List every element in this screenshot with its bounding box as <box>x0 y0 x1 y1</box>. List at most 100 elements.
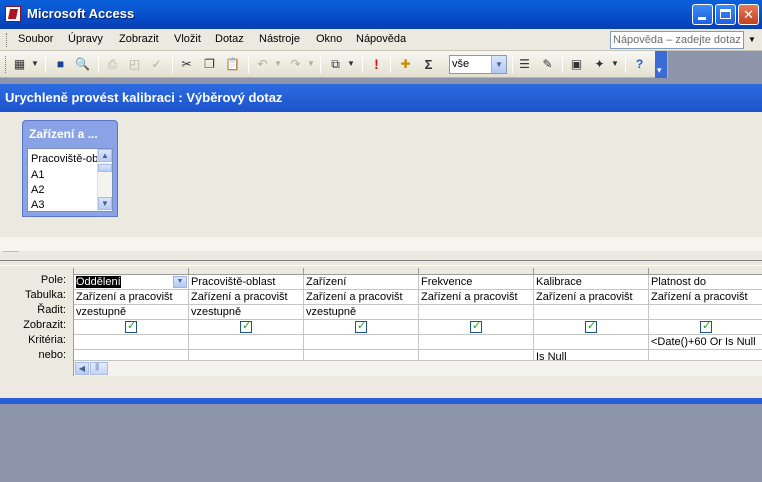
criteria-cell[interactable] <box>534 335 649 350</box>
paste-icon[interactable]: 📋 <box>224 56 241 73</box>
sort-cell[interactable] <box>649 305 762 320</box>
table-cell[interactable]: Zařízení a pracovišt <box>304 290 419 305</box>
database-window-icon[interactable]: ▣ <box>568 56 585 73</box>
chevron-down-icon[interactable]: ▼ <box>491 56 506 73</box>
top-values-combo[interactable]: vše ▼ <box>449 55 507 74</box>
properties-icon[interactable]: ☰ <box>516 56 533 73</box>
column-selector[interactable] <box>74 268 189 275</box>
maximize-button[interactable] <box>715 4 736 25</box>
menu-napoveda[interactable]: Nápověda <box>356 33 406 45</box>
scroll-down-icon[interactable]: ▼ <box>98 197 112 210</box>
print-icon[interactable]: ⎙ <box>104 56 121 73</box>
show-checkbox[interactable] <box>700 320 712 333</box>
show-checkbox[interactable] <box>585 320 597 333</box>
column-selector[interactable] <box>419 268 534 275</box>
redo-icon[interactable]: ↷ <box>287 56 304 73</box>
help-search-input[interactable]: Nápověda – zadejte dotaz <box>610 31 744 49</box>
show-table-icon[interactable]: ✚ <box>397 56 414 73</box>
menu-upravy[interactable]: Úpravy <box>68 33 103 45</box>
criteria-cell[interactable] <box>189 335 304 350</box>
undo-dropdown-icon[interactable]: ▼ <box>274 59 282 68</box>
column-selector[interactable] <box>189 268 304 275</box>
column-selector[interactable] <box>649 268 762 275</box>
field-list-box: Pracoviště-ob A1 A2 A3 ▲ ▼ <box>27 148 113 212</box>
builder-icon[interactable]: ✎ <box>539 56 556 73</box>
view-dropdown-icon[interactable]: ▼ <box>31 59 39 68</box>
table-cell[interactable]: Zařízení a pracovišt <box>649 290 762 305</box>
print-preview-icon[interactable]: ◰ <box>126 56 143 73</box>
field-list-item[interactable]: A1 <box>31 169 44 181</box>
sort-cell[interactable]: vzestupně <box>304 305 419 320</box>
table-pane-scrollbar[interactable] <box>0 237 762 251</box>
menu-okno[interactable]: Okno <box>316 33 342 45</box>
scroll-thumb[interactable] <box>98 164 112 172</box>
table-cell[interactable]: Zařízení a pracovišt <box>534 290 649 305</box>
new-object-icon[interactable]: ✦ <box>591 56 608 73</box>
query-type-icon[interactable]: ⧉ <box>327 56 344 73</box>
redo-dropdown-icon[interactable]: ▼ <box>307 59 315 68</box>
row-label-or: nebo: <box>38 349 66 361</box>
toolbar-grip[interactable] <box>5 56 7 73</box>
field-list-item[interactable]: A2 <box>31 184 44 196</box>
new-object-dropdown-icon[interactable]: ▼ <box>611 59 619 68</box>
sort-cell[interactable]: vzestupně <box>74 305 189 320</box>
grid-horizontal-scrollbar[interactable]: ◀ <box>74 360 762 376</box>
scroll-up-icon[interactable]: ▲ <box>98 149 112 162</box>
menu-zobrazit[interactable]: Zobrazit <box>119 33 159 45</box>
close-button[interactable]: ✕ <box>738 4 759 25</box>
minimize-icon <box>698 17 706 20</box>
sort-cell[interactable] <box>534 305 649 320</box>
menu-dotaz[interactable]: Dotaz <box>215 33 244 45</box>
column-selector[interactable] <box>534 268 649 275</box>
criteria-cell[interactable] <box>419 335 534 350</box>
field-cell[interactable]: Kalibrace <box>534 275 649 290</box>
table-cell[interactable]: Zařízení a pracovišt <box>74 290 189 305</box>
menu-soubor[interactable]: Soubor <box>18 33 53 45</box>
criteria-cell[interactable]: <Date()+60 Or Is Null <box>649 335 762 350</box>
table-cell[interactable]: Zařízení a pracovišt <box>419 290 534 305</box>
table-cell[interactable]: Zařízení a pracovišt <box>189 290 304 305</box>
criteria-cell[interactable] <box>304 335 419 350</box>
minimize-button[interactable] <box>692 4 713 25</box>
sort-cell[interactable] <box>419 305 534 320</box>
access-app-icon[interactable] <box>5 6 21 22</box>
query-type-dropdown-icon[interactable]: ▼ <box>347 59 355 68</box>
field-cell[interactable]: Zařízení <box>304 275 419 290</box>
field-list-item[interactable]: Pracoviště-ob <box>31 153 98 165</box>
scroll-left-icon[interactable]: ◀ <box>75 362 89 375</box>
file-search-icon[interactable]: 🔍 <box>74 56 91 73</box>
menu-vlozit[interactable]: Vložit <box>174 33 201 45</box>
show-checkbox[interactable] <box>470 320 482 333</box>
row-label-criteria: Kritéria: <box>28 334 66 346</box>
show-checkbox[interactable] <box>240 320 252 333</box>
field-list-scrollbar[interactable]: ▲ ▼ <box>97 149 112 211</box>
help-dropdown-icon[interactable]: ▼ <box>748 35 756 44</box>
show-checkbox[interactable] <box>125 320 137 333</box>
run-icon[interactable]: ! <box>368 56 385 73</box>
menu-nastroje[interactable]: Nástroje <box>259 33 300 45</box>
totals-icon[interactable]: Σ <box>420 56 437 73</box>
field-cell[interactable]: Platnost do <box>649 275 762 290</box>
help-icon[interactable]: ? <box>631 56 648 73</box>
field-cell[interactable]: Pracoviště-oblast <box>189 275 304 290</box>
save-icon[interactable]: ■ <box>52 56 69 73</box>
show-checkbox[interactable] <box>355 320 367 333</box>
column-selector[interactable] <box>304 268 419 275</box>
sort-cell[interactable]: vzestupně <box>189 305 304 320</box>
view-icon[interactable]: ▦ <box>11 56 28 73</box>
window-title: Microsoft Access <box>27 6 135 21</box>
grid-scroll-thumb[interactable] <box>90 362 108 375</box>
toolbar-options-button[interactable] <box>655 51 667 78</box>
spelling-icon[interactable]: ✓ <box>148 56 165 73</box>
field-list-item[interactable]: A3 <box>31 199 44 211</box>
chevron-down-icon[interactable]: ▼ <box>173 276 187 288</box>
copy-icon[interactable]: ❐ <box>201 56 218 73</box>
undo-icon[interactable]: ↶ <box>254 56 271 73</box>
criteria-cell[interactable] <box>74 335 189 350</box>
field-list-window[interactable]: Zařízení a ... Pracoviště-ob A1 A2 A3 ▲ … <box>22 120 118 217</box>
field-cell[interactable]: Oddělení ▼ <box>74 275 189 290</box>
menu-grip[interactable] <box>6 33 9 47</box>
pane-splitter[interactable] <box>0 260 762 266</box>
field-cell[interactable]: Frekvence <box>419 275 534 290</box>
cut-icon[interactable]: ✂ <box>178 56 195 73</box>
